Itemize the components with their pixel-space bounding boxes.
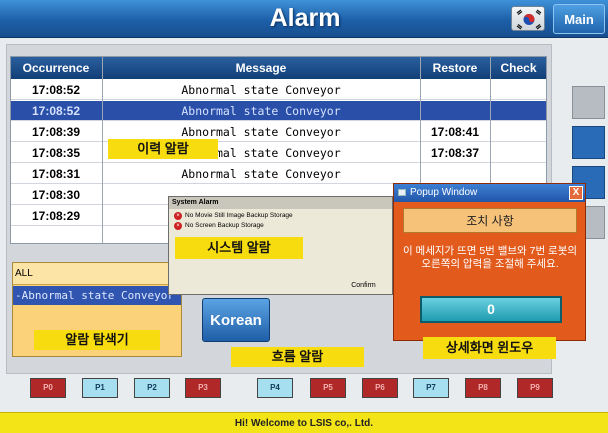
occurrence-cell: 17:08:35 xyxy=(31,146,81,160)
alarm-screen: Alarm Main Occurrence Message Restore Ch… xyxy=(0,0,608,433)
check-cell xyxy=(491,101,546,121)
pipeline-button-p4[interactable]: P4 xyxy=(257,378,293,398)
restore-cell: 17:08:37 xyxy=(430,146,480,160)
alarm-search-label: 알람 탐색기 xyxy=(34,330,160,350)
occurrence-cell: 17:08:31 xyxy=(31,167,81,181)
main-button[interactable]: Main xyxy=(553,4,605,34)
popup-header: 조치 사항 xyxy=(403,208,577,233)
pipeline-button-p9[interactable]: P9 xyxy=(517,378,553,398)
popup-message: 이 메세지가 뜨면 5번 밸브와 7번 로봇의 오른쪽의 압력을 조절해 주세요… xyxy=(402,245,578,270)
filter-all-option[interactable]: ALL xyxy=(13,263,181,285)
system-alarm-item: × No Screen Backup Storage xyxy=(174,221,384,231)
restore-cell: 17:08:41 xyxy=(430,125,480,139)
window-icon xyxy=(398,189,406,196)
popup-title: Popup Window xyxy=(394,184,585,202)
check-cell xyxy=(491,143,546,163)
error-icon: × xyxy=(174,212,182,220)
message-cell: Abnormal state Conveyor xyxy=(181,104,341,118)
filter-selected-option[interactable]: -Abnormal state Conveyor xyxy=(13,286,181,305)
message-cell: Abnormal state Conveyor xyxy=(181,167,341,181)
occurrence-cell: 17:08:30 xyxy=(31,188,81,202)
pipeline-button-p6[interactable]: P6 xyxy=(362,378,398,398)
message-cell: Abnormal state Conveyor xyxy=(181,83,341,97)
confirm-button[interactable]: Confirm xyxy=(341,280,386,292)
table-row[interactable]: 17:08:52 Abnormal state Conveyor xyxy=(11,80,546,100)
page-title: Alarm xyxy=(269,4,341,32)
popup-window: Popup Window X 조치 사항 이 메세지가 뜨면 5번 밸브와 7번… xyxy=(393,183,586,341)
table-header: Occurrence Message Restore Check xyxy=(11,57,546,79)
restore-cell xyxy=(421,101,489,121)
header-bar: Alarm Main xyxy=(0,0,608,38)
korean-flag-icon[interactable] xyxy=(511,6,545,31)
occurrence-cell: 17:08:52 xyxy=(31,83,81,97)
korean-language-button[interactable]: Korean xyxy=(202,298,270,342)
occurrence-cell: 17:08:39 xyxy=(31,125,81,139)
column-header-check: Check xyxy=(500,61,537,75)
column-header-restore: Restore xyxy=(432,61,478,75)
close-button[interactable]: X xyxy=(569,186,583,200)
occurrence-cell: 17:08:52 xyxy=(31,104,81,118)
pipeline-button-p5[interactable]: P5 xyxy=(310,378,346,398)
pipeline-button-p8[interactable]: P8 xyxy=(465,378,501,398)
restore-cell xyxy=(421,164,489,184)
pipeline-button-p2[interactable]: P2 xyxy=(134,378,170,398)
error-icon: × xyxy=(174,222,182,230)
table-row-selected[interactable]: 17:08:52 Abnormal state Conveyor xyxy=(11,101,546,121)
history-alarm-label: 이력 알람 xyxy=(108,139,218,159)
system-alarm-item: × No Movie Still Image Backup Storage xyxy=(174,211,384,221)
column-divider xyxy=(102,57,103,243)
column-header-message: Message xyxy=(235,61,287,75)
table-row[interactable]: 17:08:39 Abnormal state Conveyor 17:08:4… xyxy=(11,122,546,142)
system-alarm-title: System Alarm xyxy=(169,197,392,209)
table-row[interactable]: 17:08:35 Abnormal state Conveyor 17:08:3… xyxy=(11,143,546,163)
footer-bar: Hi! Welcome to LSIS co,. Ltd. xyxy=(0,412,608,433)
column-header-occurrence: Occurrence xyxy=(22,61,90,75)
occurrence-cell: 17:08:29 xyxy=(31,209,81,223)
flow-alarm-label: 흐름 알람 xyxy=(231,347,364,367)
pipeline-button-p0[interactable]: P0 xyxy=(30,378,66,398)
table-row[interactable]: 17:08:31 Abnormal state Conveyor xyxy=(11,164,546,184)
check-cell xyxy=(491,122,546,142)
scroll-top-button[interactable] xyxy=(572,86,605,119)
popup-value-button[interactable]: 0 xyxy=(420,296,562,323)
pipeline-button-p3[interactable]: P3 xyxy=(185,378,221,398)
detail-window-label: 상세화면 윈도우 xyxy=(423,337,556,359)
check-cell xyxy=(491,164,546,184)
system-alarm-label: 시스템 알람 xyxy=(175,237,303,259)
pipeline-button-p7[interactable]: P7 xyxy=(413,378,449,398)
restore-cell xyxy=(421,80,489,100)
check-cell xyxy=(491,80,546,100)
pipeline-button-p1[interactable]: P1 xyxy=(82,378,118,398)
scroll-up-button[interactable] xyxy=(572,126,605,159)
